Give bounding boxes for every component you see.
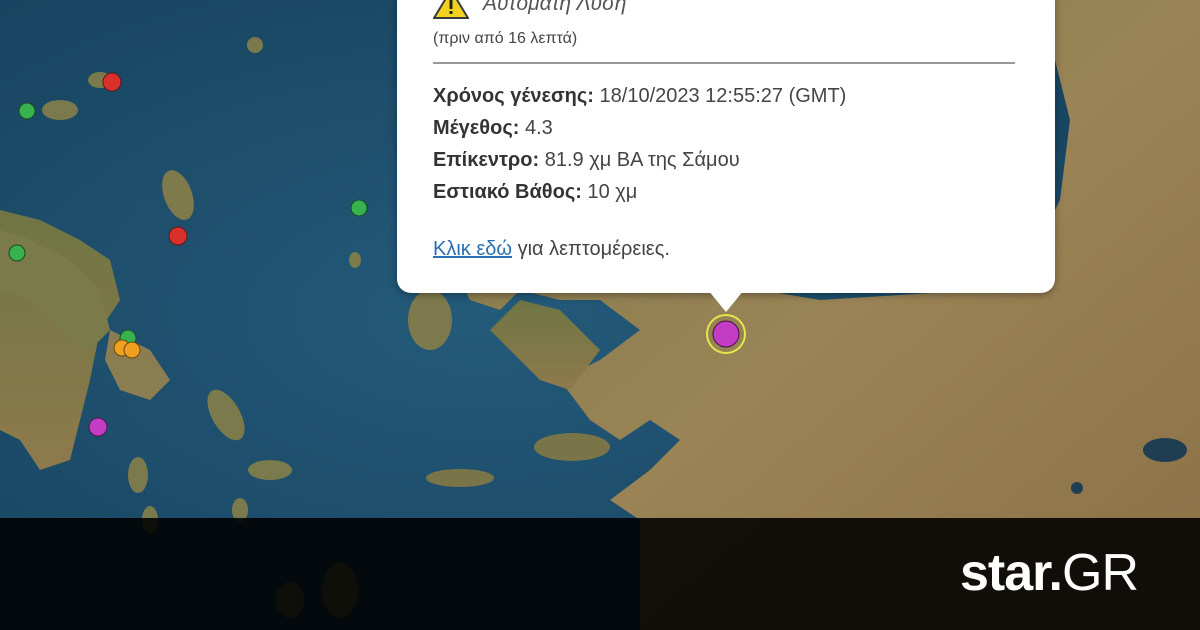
- island-small-1: [128, 457, 148, 493]
- quake-details: Χρόνος γένεσης: 18/10/2023 12:55:27 (GMT…: [433, 80, 846, 208]
- quake-marker-red-1[interactable]: [102, 72, 122, 92]
- detail-label: Μέγεθος:: [433, 117, 520, 139]
- earthquake-info-popup: Αυτόματη Λύση (πριν από 16 λεπτά) Χρόνος…: [397, 0, 1055, 293]
- island-small-8: [247, 37, 263, 53]
- details-link[interactable]: Κλικ εδώ: [433, 238, 512, 260]
- quake-marker-magenta-selected[interactable]: [712, 320, 740, 348]
- quake-marker-red-2[interactable]: [168, 226, 188, 246]
- popup-title: Αυτόματη Λύση: [483, 0, 627, 15]
- details-suffix: για λεπτομέρειες.: [517, 238, 670, 260]
- logo-dot: .: [1048, 544, 1063, 602]
- island-chios: [408, 290, 452, 350]
- detail-label: Εστιακό Βάθος:: [433, 181, 582, 203]
- detail-label: Επίκεντρο:: [433, 149, 540, 171]
- quake-marker-orange-2[interactable]: [123, 341, 141, 359]
- detail-magnitude: Μέγεθος: 4.3: [433, 112, 846, 144]
- popup-time-ago: (πριν από 16 λεπτά): [433, 30, 578, 47]
- detail-epicenter: Επίκεντρο: 81.9 χμ ΒΑ της Σάμου: [433, 144, 846, 176]
- popup-pointer: [708, 290, 744, 312]
- island-samos: [534, 433, 610, 461]
- logo-suffix: GR: [1062, 544, 1139, 602]
- quake-marker-green-2[interactable]: [350, 199, 368, 217]
- star-gr-logo: star.GR: [960, 543, 1139, 603]
- quake-marker-green-1[interactable]: [18, 102, 36, 120]
- warning-triangle-icon: [433, 0, 469, 19]
- detail-value: 18/10/2023 12:55:27 (GMT): [599, 85, 847, 107]
- popup-header: Αυτόματη Λύση: [433, 0, 626, 20]
- detail-label: Χρόνος γένεσης:: [433, 85, 594, 107]
- detail-value: 81.9 χμ ΒΑ της Σάμου: [544, 149, 740, 171]
- island-icaria: [426, 469, 494, 487]
- details-line: Κλικ εδώ για λεπτομέρειες.: [433, 238, 670, 261]
- island-small-9: [349, 252, 361, 268]
- detail-value: 10 χμ: [587, 181, 638, 203]
- detail-origin-time: Χρόνος γένεσης: 18/10/2023 12:55:27 (GMT…: [433, 80, 846, 112]
- lake: [1143, 438, 1187, 462]
- logo-name: star: [960, 544, 1050, 602]
- detail-value: 4.3: [524, 117, 553, 139]
- lake-small: [1071, 482, 1083, 494]
- island-tinos: [248, 460, 292, 480]
- quake-marker-green-3[interactable]: [8, 244, 26, 262]
- island-small-6: [42, 100, 78, 120]
- quake-marker-magenta-1[interactable]: [88, 417, 108, 437]
- detail-depth: Εστιακό Βάθος: 10 χμ: [433, 176, 846, 208]
- popup-divider: [433, 62, 1015, 64]
